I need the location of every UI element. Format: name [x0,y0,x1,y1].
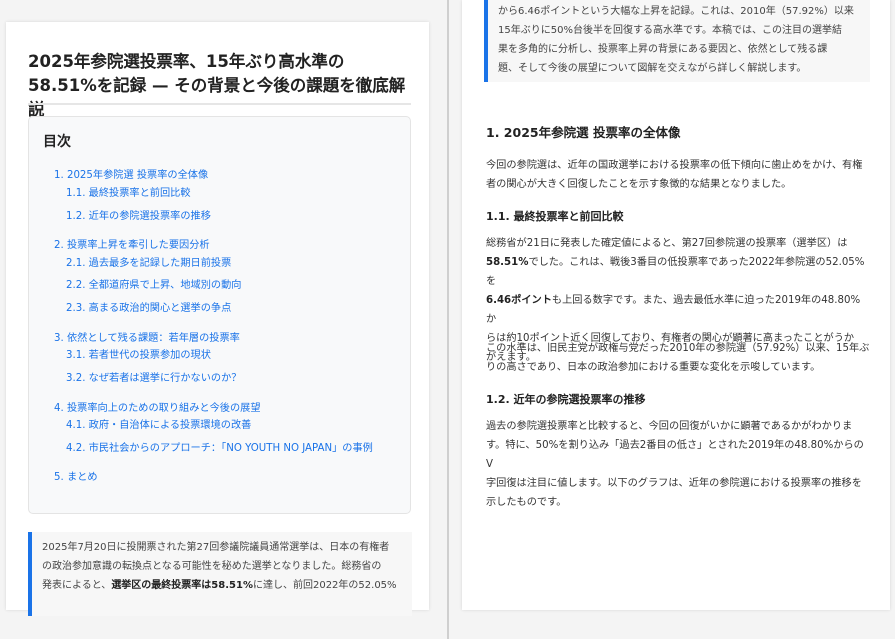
left-pane: 2025年参院選投票率、15年ぶり高水準の58.51%を記録 — その背景と今後… [0,0,447,639]
toc-link-2[interactable]: 2. 投票率上昇を牽引した要因分析 [54,239,210,253]
intro-line: から6.46ポイントという大幅な上昇を記録。これは、2010年（57.92%）以… [498,6,854,17]
toc-link-4-1[interactable]: 4.1. 政府・自治体による投票環境の改善 [66,419,251,433]
toc-link-2-2[interactable]: 2.2. 全都道府県で上昇、地域別の動向 [66,279,242,293]
toc-link-1[interactable]: 1. 2025年参院選 投票率の全体像 [54,169,208,183]
section-1-2-heading: 1.2. 近年の参院選投票率の推移 [486,393,646,406]
toc-link-3-1[interactable]: 3.1. 若者世代の投票参加の現状 [66,349,211,363]
section-1-1-paragraph-2: この水準は、旧民主党が政権与党だった2010年の参院選（57.92%）以来、15… [486,343,870,373]
title-divider [28,103,411,105]
toc-link-4-2[interactable]: 4.2. 市民社会からのアプローチ：「NO YOUTH NO JAPAN」の事例 [66,442,373,456]
intro-callout-continued: から6.46ポイントという大幅な上昇を記録。これは、2010年（57.92%）以… [484,0,870,82]
toc-heading: 目次 [43,134,71,150]
toc-link-5[interactable]: 5. まとめ [54,471,98,485]
intro-line: 2025年7月20日に投開票された第27回参議院議員通常選挙は、日本の有権者 [42,542,390,553]
right-document-page: から6.46ポイントという大幅な上昇を記録。これは、2010年（57.92%）以… [462,0,890,610]
intro-line: 題、そして今後の展望について図解を交えながら詳しく解説します。 [498,63,807,74]
toc-link-3[interactable]: 3. 依然として残る課題：若年層の投票率 [54,332,240,346]
toc-link-1-2[interactable]: 1.2. 近年の参院選投票率の推移 [66,210,211,224]
right-pane: から6.46ポイントという大幅な上昇を記録。これは、2010年（57.92%）以… [449,0,895,639]
intro-line: の政治参加意識の転換点となる可能性を秘めた選挙となりました。総務省の [42,561,382,572]
toc-link-3-2[interactable]: 3.2. なぜ若者は選挙に行かないのか？ [66,372,242,386]
intro-line: 15年ぶりに50%台後半を回復する高水準です。本稿では、この注目の選挙結 [498,25,842,36]
intro-highlight: 選挙区の最終投票率は58.51% [111,580,253,591]
toc-link-1-1[interactable]: 1.1. 最終投票率と前回比較 [66,187,191,201]
page-title: 2025年参院選投票率、15年ぶり高水準の58.51%を記録 — その背景と今後… [28,52,406,119]
toc-link-2-3[interactable]: 2.3. 高まる政治的関心と選挙の争点 [66,302,231,316]
intro-line: 果を多角的に分析し、投票率上昇の背景にある要因と、依然として残る課 [498,44,828,55]
table-of-contents: 目次 1. 2025年参院選 投票率の全体像 1.1. 最終投票率と前回比較 1… [28,116,411,514]
intro-line: 発表によると、選挙区の最終投票率は58.51%に達し、前回2022年の52.05… [42,580,397,591]
section-1-2-paragraph: 過去の参院選投票率と比較すると、今回の回復がいかに顕著であるかがわかりま す。特… [486,421,864,508]
section-1-1-heading: 1.1. 最終投票率と前回比較 [486,210,624,223]
section-1-heading: 1. 2025年参院選 投票率の全体像 [486,125,681,140]
toc-link-4[interactable]: 4. 投票率向上のための取り組みと今後の展望 [54,402,261,416]
toc-link-2-1[interactable]: 2.1. 過去最多を記録した期日前投票 [66,257,231,271]
intro-callout: 2025年7月20日に投開票された第27回参議院議員通常選挙は、日本の有権者 の… [28,532,412,616]
left-document-page: 2025年参院選投票率、15年ぶり高水準の58.51%を記録 — その背景と今後… [6,22,429,616]
section-1-paragraph: 今回の参院選は、近年の国政選挙における投票率の低下傾向に歯止めをかけ、有権 者の… [486,160,863,190]
